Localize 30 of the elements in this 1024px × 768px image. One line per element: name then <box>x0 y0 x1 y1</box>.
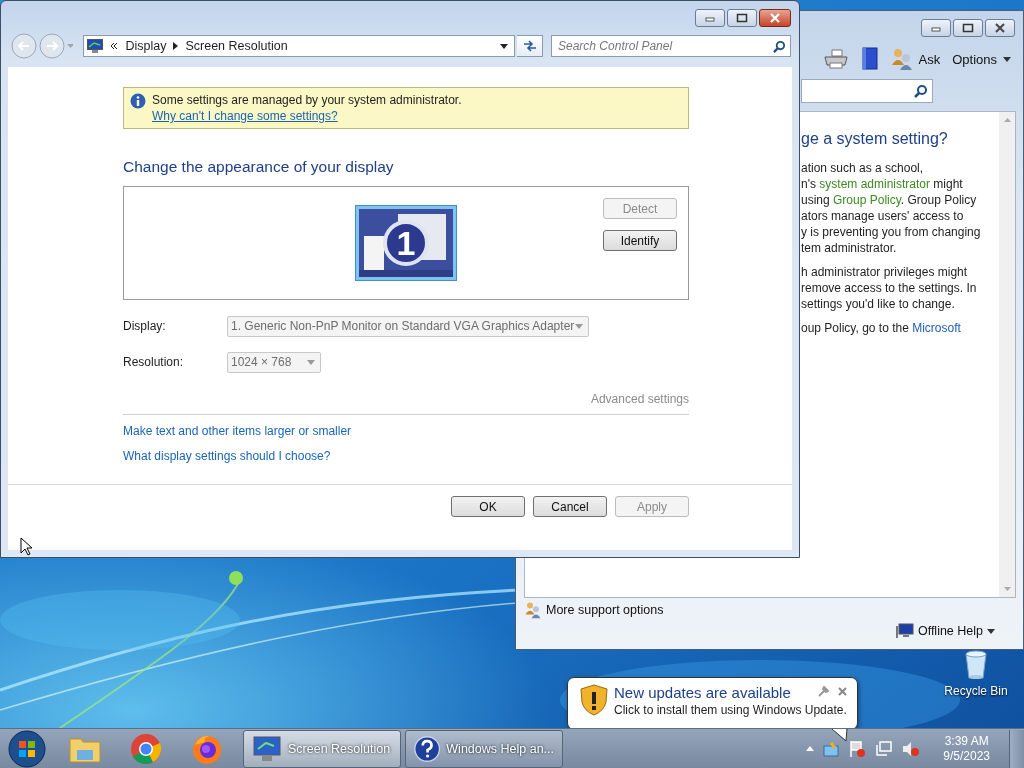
settings-link[interactable]: Make text and other items larger or smaller <box>123 424 352 438</box>
offline-help-button[interactable]: Offline Help <box>895 623 995 639</box>
ask-button[interactable]: Ask <box>890 47 941 71</box>
help-paragraph: ation such as a school, n's system administrator might using Group Policy. Group Policy ators manage users' access to y is preventing you from changing tem administrator. <box>801 160 982 256</box>
settings-link[interactable]: What display settings should I choose? <box>123 449 331 463</box>
support-options-link[interactable]: More support options <box>524 601 664 619</box>
field-label: Display: <box>123 319 167 333</box>
notification-title: New updates are available <box>614 684 791 701</box>
address-bar[interactable]: Display Screen Resolution <box>83 35 516 57</box>
field-label: Resolution: <box>123 355 185 369</box>
help-paragraph: h administrator privileges might remove access to the settings. In settings you'd like to change. <box>801 264 978 312</box>
desktop-icon-label[interactable]: Recycle Bin <box>944 684 1008 698</box>
help-paragraph: oup Policy, go to the Microsoft <box>801 320 962 336</box>
options-button[interactable]: Options <box>952 51 1011 67</box>
monitor-tile[interactable]: 1 <box>355 205 457 281</box>
glossary-link[interactable]: Group Policy <box>833 193 901 207</box>
identify-button[interactable]: Identify <box>603 230 677 251</box>
help-link[interactable]: Why can't I change some settings? <box>152 109 462 123</box>
glossary-link[interactable]: system administrator <box>819 177 930 191</box>
page-heading: Change the appearance of your display <box>123 158 395 176</box>
help-heading: ge a system setting? <box>801 130 949 148</box>
breadcrumb-item[interactable]: Display <box>125 39 167 53</box>
breadcrumb-item[interactable]: Screen Resolution <box>185 39 288 53</box>
dialog-button[interactable]: OK <box>451 496 525 517</box>
search-field[interactable]: Search Control Panel <box>551 35 791 57</box>
info-text: Some settings are managed by your system administrator. <box>152 93 462 107</box>
help-link[interactable]: Microsoft <box>912 321 961 335</box>
dialog-button[interactable]: Cancel <box>533 496 607 517</box>
notification-balloon[interactable]: New updates are available Click to install them using Windows Update. <box>567 677 858 730</box>
notification-message: Click to install them using Windows Update. <box>614 703 847 717</box>
